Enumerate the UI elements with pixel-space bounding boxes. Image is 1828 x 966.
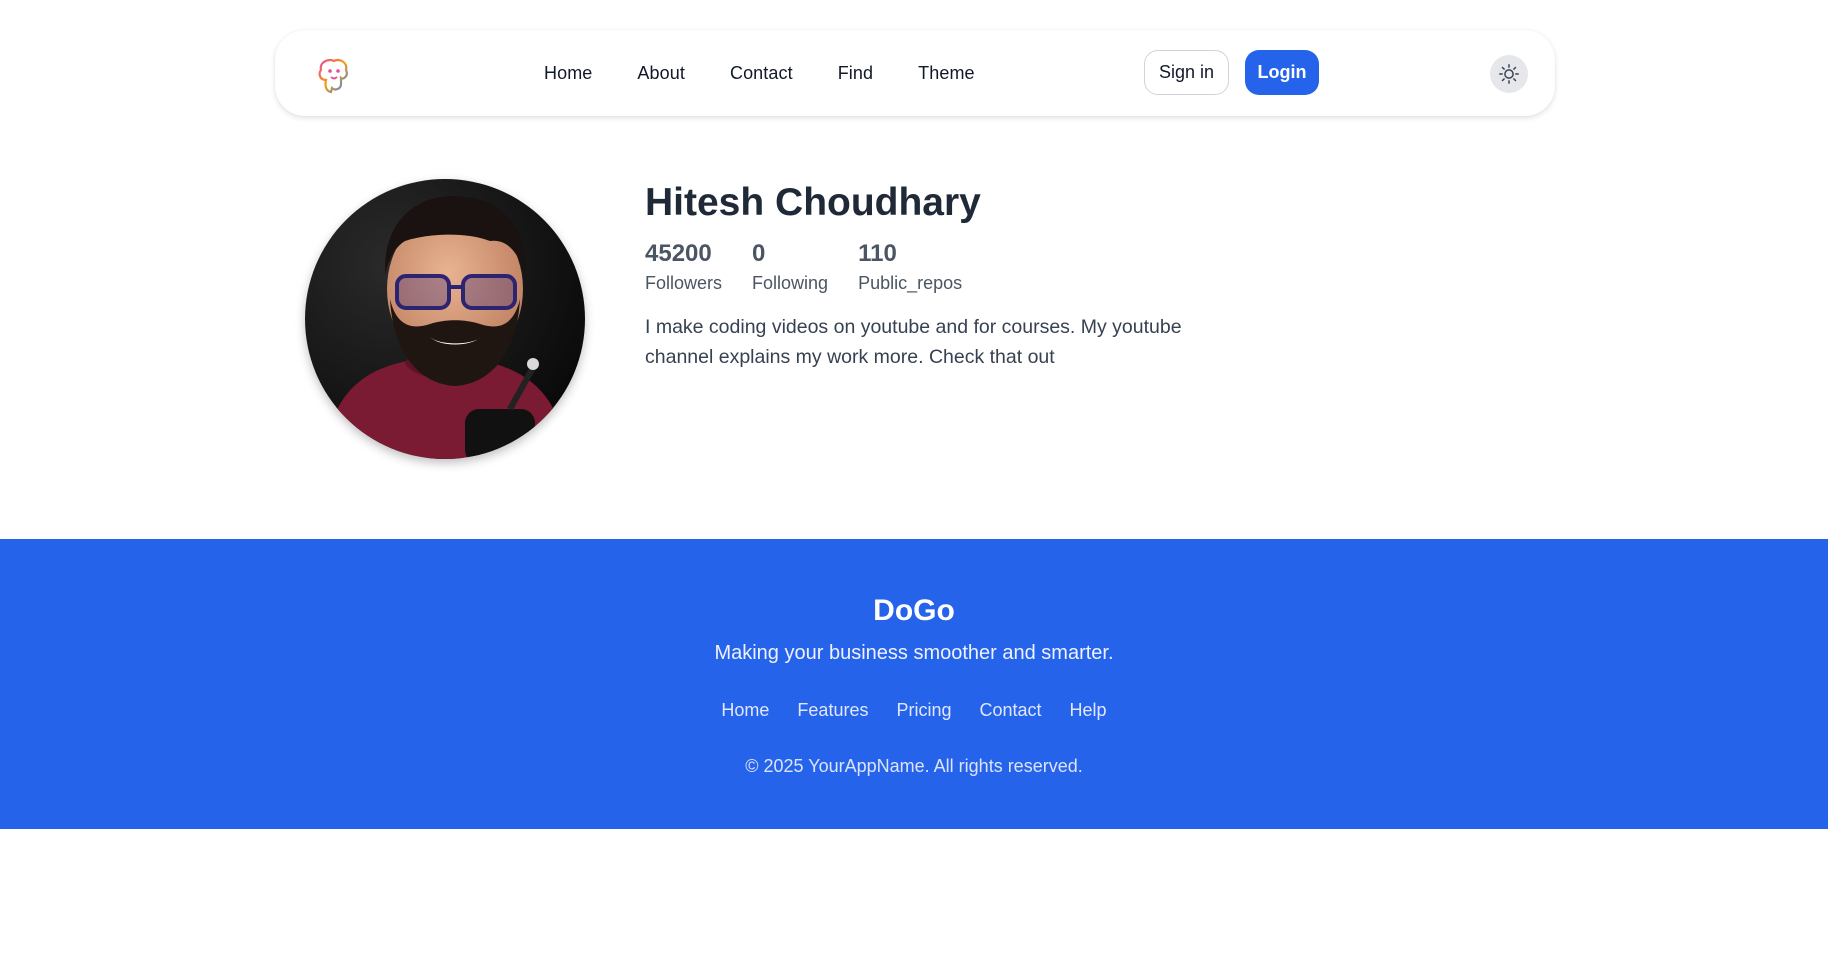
theme-toggle-button[interactable] xyxy=(1490,55,1528,93)
footer-links: Home Features Pricing Contact Help xyxy=(0,700,1828,721)
main-nav: Home About Contact Find Theme xyxy=(544,30,975,116)
footer-link-features[interactable]: Features xyxy=(797,700,868,721)
dog-logo-icon[interactable] xyxy=(313,54,353,94)
footer-link-help[interactable]: Help xyxy=(1070,700,1107,721)
navbar: Home About Contact Find Theme Sign in Lo… xyxy=(275,30,1555,116)
profile-name: Hitesh Choudhary xyxy=(645,181,981,224)
footer-tagline: Making your business smoother and smarte… xyxy=(714,642,1114,664)
stat-label: Following xyxy=(752,273,829,293)
nav-about-link[interactable]: About xyxy=(637,63,685,84)
profile-avatar xyxy=(305,179,585,459)
profile-stats: 45200 Followers 0 Following 110 Public_r… xyxy=(645,240,1225,296)
login-button[interactable]: Login xyxy=(1245,50,1319,95)
nav-theme-link[interactable]: Theme xyxy=(918,63,975,84)
stat-followers: 45200 Followers xyxy=(645,240,722,296)
footer: DoGo Making your business smoother and s… xyxy=(0,539,1828,829)
footer-brand: DoGo xyxy=(873,594,955,627)
footer-link-home[interactable]: Home xyxy=(721,700,769,721)
sign-in-button[interactable]: Sign in xyxy=(1144,50,1229,95)
stat-following: 0 Following xyxy=(752,240,828,296)
sun-icon xyxy=(1499,64,1519,84)
stat-value: 110 xyxy=(858,240,897,267)
profile-info: Hitesh Choudhary 45200 Followers 0 Follo… xyxy=(645,180,1225,372)
stat-label: Public_repos xyxy=(858,273,963,293)
stat-value: 45200 xyxy=(645,240,712,267)
footer-copyright: © 2025 YourAppName. All rights reserved. xyxy=(745,756,1083,776)
profile-bio: I make coding videos on youtube and for … xyxy=(645,316,1182,368)
footer-link-pricing[interactable]: Pricing xyxy=(896,700,951,721)
stat-public-repos: 110 Public_repos xyxy=(858,240,962,296)
nav-find-link[interactable]: Find xyxy=(838,63,873,84)
nav-home-link[interactable]: Home xyxy=(544,63,592,84)
stat-value: 0 xyxy=(752,240,766,267)
stat-label: Followers xyxy=(645,273,723,293)
nav-contact-link[interactable]: Contact xyxy=(730,63,793,84)
footer-link-contact[interactable]: Contact xyxy=(980,700,1042,721)
